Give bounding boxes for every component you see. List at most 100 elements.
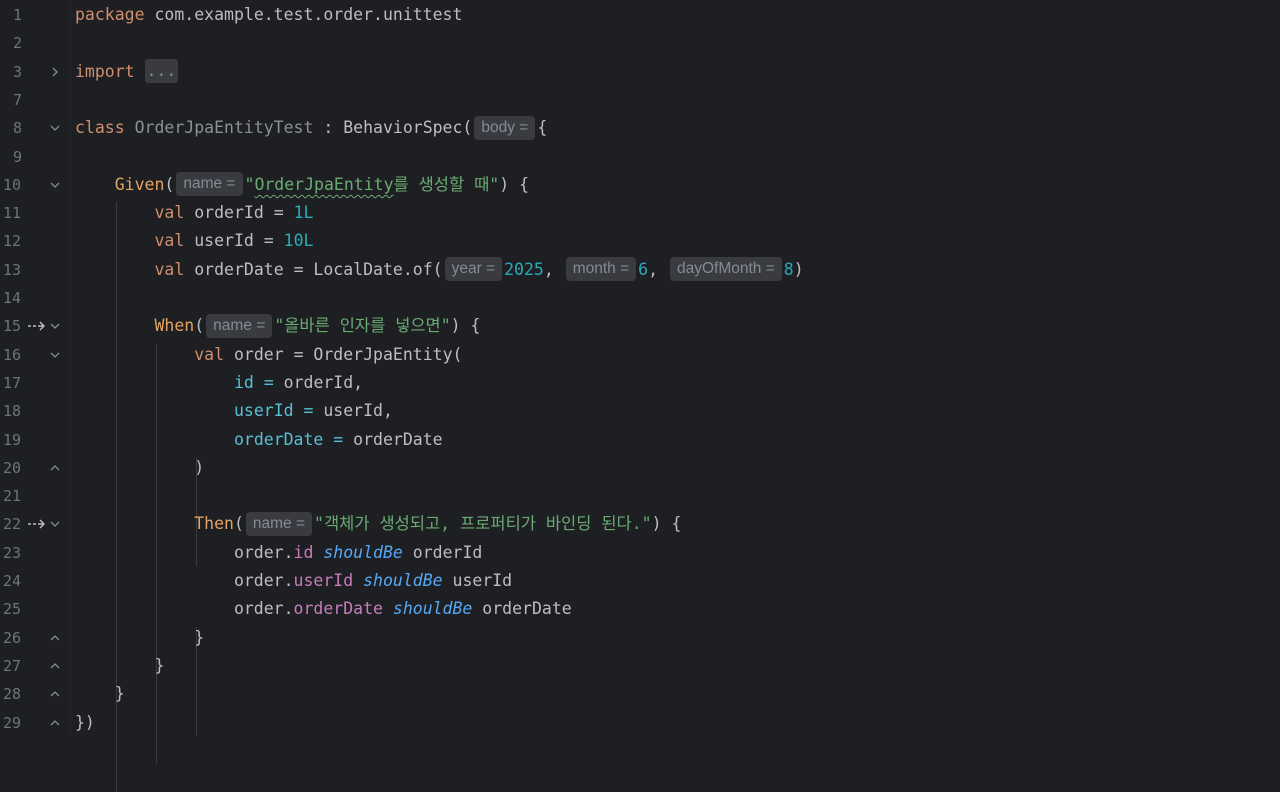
chevron-down-icon[interactable] bbox=[48, 510, 62, 538]
code-line[interactable]: 19 orderDate = orderDate bbox=[0, 426, 1280, 454]
code-text[interactable]: val orderDate = LocalDate.of(year = 2025,… bbox=[75, 256, 804, 284]
code-text[interactable]: ) bbox=[75, 454, 204, 482]
code-text[interactable]: id = orderId, bbox=[75, 369, 363, 397]
chevron-up-icon[interactable] bbox=[48, 652, 62, 680]
chevron-up-icon[interactable] bbox=[48, 624, 62, 652]
chevron-down-icon[interactable] bbox=[48, 312, 62, 340]
line-number: 24 bbox=[3, 572, 22, 590]
code-line[interactable]: 13 val orderDate = LocalDate.of(year = 20… bbox=[0, 256, 1280, 284]
code-line[interactable]: 9 bbox=[0, 143, 1280, 171]
code-line[interactable]: 16 val order = OrderJpaEntity( bbox=[0, 341, 1280, 369]
code-line[interactable]: 29}) bbox=[0, 709, 1280, 737]
code-line[interactable]: 8 class OrderJpaEntityTest : BehaviorSpec… bbox=[0, 114, 1280, 142]
parameter-hint: dayOfMonth = bbox=[669, 257, 782, 282]
line-number: 10 bbox=[3, 175, 22, 194]
code-text[interactable]: orderDate = orderDate bbox=[75, 426, 443, 454]
code-line[interactable]: 22 Then(name = "객체가 생성되고, 프로퍼티가 바인딩 된다.")… bbox=[0, 510, 1280, 538]
code-token: userId bbox=[293, 571, 354, 590]
line-number: 13 bbox=[3, 260, 22, 279]
parameter-hint: name = bbox=[245, 511, 313, 536]
code-token: ( bbox=[194, 316, 205, 336]
line-number: 27 bbox=[3, 656, 22, 675]
code-line[interactable]: 10 Given(name = "OrderJpaEntity를 생성할 때") … bbox=[0, 171, 1280, 199]
code-token: 1L bbox=[293, 203, 314, 223]
code-line[interactable]: 23 order.id shouldBe orderId bbox=[0, 539, 1280, 567]
code-line[interactable]: 11 val orderId = 1L bbox=[0, 199, 1280, 227]
code-token: userId = bbox=[184, 231, 284, 251]
code-text[interactable]: order.orderDate shouldBe orderDate bbox=[75, 595, 572, 623]
code-text[interactable]: } bbox=[75, 624, 204, 652]
code-text[interactable]: } bbox=[75, 652, 164, 680]
line-number: 17 bbox=[3, 373, 22, 392]
code-text[interactable]: val orderId = 1L bbox=[75, 199, 313, 227]
code-line[interactable]: 1 package com.example.test.order.unittest bbox=[0, 1, 1280, 29]
line-number: 20 bbox=[3, 458, 22, 477]
line-number: 29 bbox=[3, 713, 22, 732]
code-token: { bbox=[537, 118, 548, 138]
code-line[interactable]: 26 } bbox=[0, 624, 1280, 652]
code-editor[interactable]: 1 package com.example.test.order.unittest… bbox=[0, 0, 1280, 792]
chevron-down-icon[interactable] bbox=[48, 171, 62, 199]
code-line[interactable]: 28 } bbox=[0, 680, 1280, 708]
code-line[interactable]: 7 bbox=[0, 86, 1280, 114]
chevron-right-icon[interactable] bbox=[48, 58, 62, 86]
code-text[interactable]: Given(name = "OrderJpaEntity를 생성할 때") { bbox=[75, 171, 529, 199]
chevron-up-icon[interactable] bbox=[48, 680, 62, 708]
code-token: = bbox=[323, 429, 354, 449]
code-text[interactable]: userId = userId, bbox=[75, 397, 393, 425]
code-token: order = OrderJpaEntity( bbox=[224, 344, 463, 364]
chevron-down-icon[interactable] bbox=[48, 341, 62, 369]
code-token: , bbox=[648, 259, 668, 279]
code-line[interactable]: 18 userId = userId, bbox=[0, 397, 1280, 425]
code-text[interactable]: package com.example.test.order.unittest bbox=[75, 1, 462, 29]
code-line[interactable]: 25 order.orderDate shouldBe orderDate bbox=[0, 595, 1280, 623]
code-text[interactable]: When(name = "올바른 인자를 넣으면") { bbox=[75, 312, 480, 340]
chevron-up-icon[interactable] bbox=[48, 454, 62, 482]
code-text[interactable]: } bbox=[75, 680, 125, 708]
code-line[interactable]: 12 val userId = 10L bbox=[0, 227, 1280, 255]
code-token: 2025 bbox=[504, 259, 544, 279]
step-into-icon[interactable] bbox=[27, 312, 47, 340]
code-line[interactable]: 17 id = orderId, bbox=[0, 369, 1280, 397]
parameter-hint: year = bbox=[444, 257, 503, 282]
code-text[interactable]: order.userId shouldBe userId bbox=[75, 567, 512, 595]
code-line[interactable]: 14 bbox=[0, 284, 1280, 312]
code-line[interactable]: 24 order.userId shouldBe userId bbox=[0, 567, 1280, 595]
code-token: userId bbox=[233, 401, 294, 421]
code-line[interactable]: 15 When(name = "올바른 인자를 넣으면") { bbox=[0, 312, 1280, 340]
code-token: OrderJpaEntity bbox=[254, 174, 394, 194]
line-number: 22 bbox=[3, 515, 22, 534]
code-text[interactable]: val userId = 10L bbox=[75, 227, 313, 255]
code-token: id bbox=[233, 372, 254, 392]
code-token: } bbox=[75, 655, 165, 675]
line-number: 23 bbox=[3, 543, 22, 562]
code-token: orderDate bbox=[233, 429, 324, 449]
code-token: ) { bbox=[450, 316, 481, 336]
code-text[interactable]: val order = OrderJpaEntity( bbox=[75, 341, 462, 369]
code-line[interactable]: 3 import ... bbox=[0, 58, 1280, 86]
step-into-icon[interactable] bbox=[27, 510, 47, 538]
code-text[interactable]: order.id shouldBe orderId bbox=[75, 539, 482, 567]
line-number: 14 bbox=[3, 289, 22, 307]
code-token: ( bbox=[233, 514, 244, 534]
folded-imports[interactable]: ... bbox=[144, 59, 179, 84]
code-line[interactable]: 2 bbox=[0, 29, 1280, 57]
code-token: = bbox=[293, 401, 324, 421]
code-line[interactable]: 27 } bbox=[0, 652, 1280, 680]
code-token: " bbox=[244, 174, 255, 194]
code-text[interactable]: }) bbox=[75, 709, 95, 737]
code-text[interactable]: class OrderJpaEntityTest : BehaviorSpec(… bbox=[75, 114, 547, 142]
code-line[interactable]: 20 ) bbox=[0, 454, 1280, 482]
code-line[interactable]: 21 bbox=[0, 482, 1280, 510]
chevron-down-icon[interactable] bbox=[48, 114, 62, 142]
line-number: 9 bbox=[13, 147, 23, 166]
code-text[interactable]: import ... bbox=[75, 58, 179, 86]
parameter-hint: name = bbox=[176, 172, 243, 197]
code-text[interactable]: Then(name = "객체가 생성되고, 프로퍼티가 바인딩 된다.") { bbox=[75, 510, 681, 538]
chevron-up-icon[interactable] bbox=[48, 709, 62, 737]
